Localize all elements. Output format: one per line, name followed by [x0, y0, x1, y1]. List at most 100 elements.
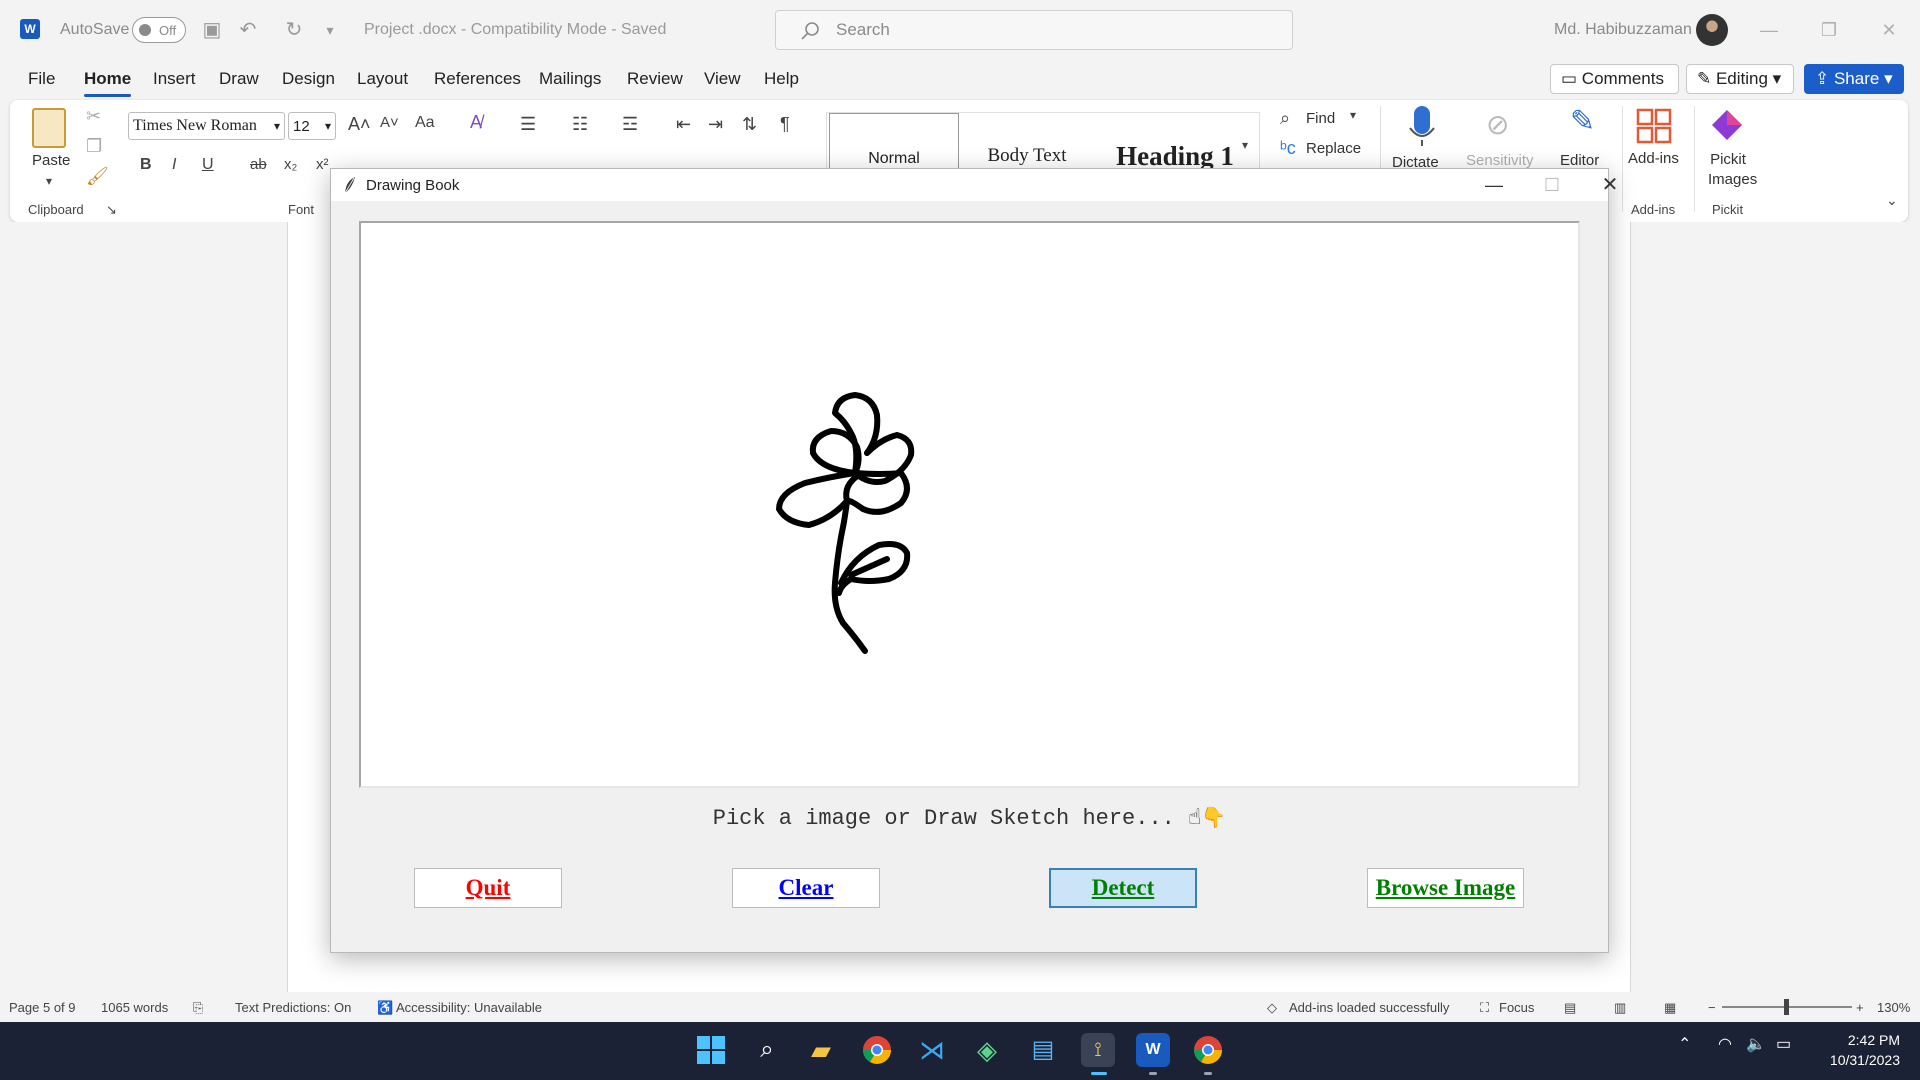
bold-icon[interactable]: B	[140, 156, 152, 174]
clear-button[interactable]: Clear	[732, 868, 880, 908]
accessibility-status[interactable]: Accessibility: Unavailable	[396, 1000, 542, 1015]
editing-mode-button[interactable]: ✎ Editing ▾	[1686, 64, 1794, 94]
tab-help[interactable]: Help	[764, 69, 799, 89]
numbering-icon[interactable]: ☷	[572, 114, 588, 135]
page-count[interactable]: Page 5 of 9	[9, 1000, 76, 1015]
font-name-select[interactable]: Times New Roman ▾	[128, 112, 285, 140]
undo-icon[interactable]: ↶	[236, 18, 260, 42]
web-layout-icon[interactable]: ▦	[1664, 1000, 1676, 1016]
multilevel-list-icon[interactable]: ☲	[622, 114, 638, 135]
customize-qa-icon[interactable]: ▾	[318, 18, 342, 42]
strikethrough-icon[interactable]: ab	[250, 156, 267, 173]
user-name[interactable]: Md. Habibuzzaman	[1554, 21, 1692, 39]
text-predictions[interactable]: Text Predictions: On	[235, 1000, 351, 1015]
paste-options-chevron-icon[interactable]: ▾	[46, 174, 52, 188]
save-icon[interactable]: ▣	[200, 18, 224, 42]
tab-design[interactable]: Design	[282, 69, 335, 89]
show-formatting-icon[interactable]: ¶	[780, 114, 790, 135]
wifi-icon[interactable]: ◠	[1718, 1034, 1732, 1054]
microphone-icon[interactable]	[1408, 104, 1436, 148]
volume-icon[interactable]: 🔈	[1746, 1034, 1766, 1054]
document-title[interactable]: Project .docx - Compatibility Mode - Sav…	[364, 21, 666, 39]
battery-icon[interactable]: ▭	[1776, 1034, 1791, 1054]
styles-more-icon[interactable]: ▾	[1242, 138, 1248, 152]
chrome-icon[interactable]	[860, 1033, 894, 1067]
tab-references[interactable]: References	[434, 69, 521, 89]
start-icon[interactable]	[694, 1033, 728, 1067]
format-painter-icon[interactable]: 🖌	[86, 166, 109, 187]
increase-indent-icon[interactable]: ⇥	[708, 114, 723, 135]
print-layout-icon[interactable]: ▥	[1614, 1000, 1626, 1016]
chrome-profile-icon[interactable]	[1191, 1033, 1225, 1067]
decrease-indent-icon[interactable]: ⇤	[676, 114, 691, 135]
sort-icon[interactable]: ⇅	[742, 114, 757, 135]
minimize-icon[interactable]: —	[1746, 14, 1792, 46]
comments-button[interactable]: ▭ Comments	[1550, 64, 1679, 94]
tab-view[interactable]: View	[704, 69, 741, 89]
clipboard-launcher-icon[interactable]: ↘	[106, 202, 117, 218]
notepad-icon[interactable]: ▤	[1026, 1033, 1060, 1067]
tab-insert[interactable]: Insert	[153, 69, 196, 89]
autosave-toggle[interactable]: Off	[132, 17, 186, 43]
change-case-button[interactable]: Aa	[415, 114, 435, 132]
superscript-icon[interactable]: x²	[316, 156, 329, 173]
underline-icon[interactable]: U	[202, 156, 214, 174]
tab-home[interactable]: Home	[84, 69, 132, 97]
close-icon[interactable]: ✕	[1866, 14, 1912, 46]
system-clock[interactable]: 2:42 PM 10/31/2023	[1830, 1030, 1900, 1070]
zoom-level[interactable]: 130%	[1877, 1000, 1910, 1015]
word-icon[interactable]: W	[1136, 1033, 1170, 1067]
grow-font-icon[interactable]: A˄	[348, 114, 371, 135]
minimize-icon[interactable]: —	[1465, 169, 1523, 201]
editor-label[interactable]: Editor	[1560, 152, 1599, 169]
add-ins-label[interactable]: Add-ins	[1628, 150, 1679, 167]
drawing-canvas[interactable]	[359, 221, 1580, 788]
word-count[interactable]: 1065 words	[101, 1000, 168, 1015]
tab-review[interactable]: Review	[627, 69, 683, 89]
share-button[interactable]: ⇪ Share ▾	[1804, 64, 1904, 94]
tab-draw[interactable]: Draw	[219, 69, 259, 89]
focus-button[interactable]: Focus	[1499, 1000, 1534, 1015]
pickit-icon[interactable]	[1710, 108, 1744, 142]
font-size-select[interactable]: 12 ▾	[288, 112, 336, 140]
find-icon[interactable]: ⌕	[1280, 108, 1290, 129]
clear-formatting-icon[interactable]: A̸	[470, 112, 482, 133]
tab-file[interactable]: File	[28, 69, 55, 89]
tab-layout[interactable]: Layout	[357, 69, 408, 89]
python-icon[interactable]: ⟟	[1081, 1033, 1115, 1067]
cut-icon[interactable]: ✂	[86, 106, 101, 127]
zoom-slider-thumb[interactable]	[1784, 999, 1789, 1015]
detect-button[interactable]: Detect	[1049, 868, 1197, 908]
copy-icon[interactable]: ❐	[86, 136, 102, 157]
quit-button[interactable]: Quit	[414, 868, 562, 908]
zoom-in-icon[interactable]: +	[1856, 1000, 1864, 1015]
shrink-font-icon[interactable]: A˅	[380, 114, 399, 131]
subscript-icon[interactable]: x₂	[284, 156, 297, 173]
search-icon[interactable]: ⌕	[750, 1033, 784, 1067]
pickit-images-label[interactable]: Pickit Images	[1708, 150, 1757, 190]
paste-label[interactable]: Paste	[32, 152, 70, 169]
tab-mailings[interactable]: Mailings	[539, 69, 601, 89]
search-input[interactable]: Search	[775, 10, 1293, 50]
vscode-icon[interactable]: ⋊	[915, 1033, 949, 1067]
proofing-icon[interactable]: ⎘	[193, 1000, 203, 1016]
close-icon[interactable]: ✕	[1581, 169, 1639, 201]
replace-label[interactable]: Replace	[1306, 140, 1361, 157]
editor-icon[interactable]: ✎	[1570, 104, 1595, 139]
paste-icon[interactable]	[32, 108, 66, 148]
redo-icon[interactable]: ↻	[282, 18, 306, 42]
chevron-down-icon[interactable]: ▾	[1350, 108, 1356, 122]
dialog-title-bar[interactable]: Drawing Book — ☐ ✕	[331, 169, 1618, 201]
read-mode-icon[interactable]: ▤	[1564, 1000, 1576, 1016]
italic-icon[interactable]: I	[172, 156, 176, 174]
chevron-up-icon[interactable]: ⌃	[1678, 1034, 1691, 1054]
file-explorer-icon[interactable]: ▰	[804, 1033, 838, 1067]
avatar[interactable]	[1696, 14, 1728, 46]
bullets-icon[interactable]: ☰	[520, 114, 536, 135]
find-label[interactable]: Find	[1306, 110, 1335, 127]
zoom-slider[interactable]	[1722, 999, 1852, 1015]
add-ins-icon[interactable]	[1636, 108, 1672, 144]
app-icon[interactable]: ◈	[970, 1033, 1004, 1067]
restore-icon[interactable]: ❐	[1806, 14, 1852, 46]
replace-icon[interactable]: ᵇc	[1280, 138, 1296, 159]
